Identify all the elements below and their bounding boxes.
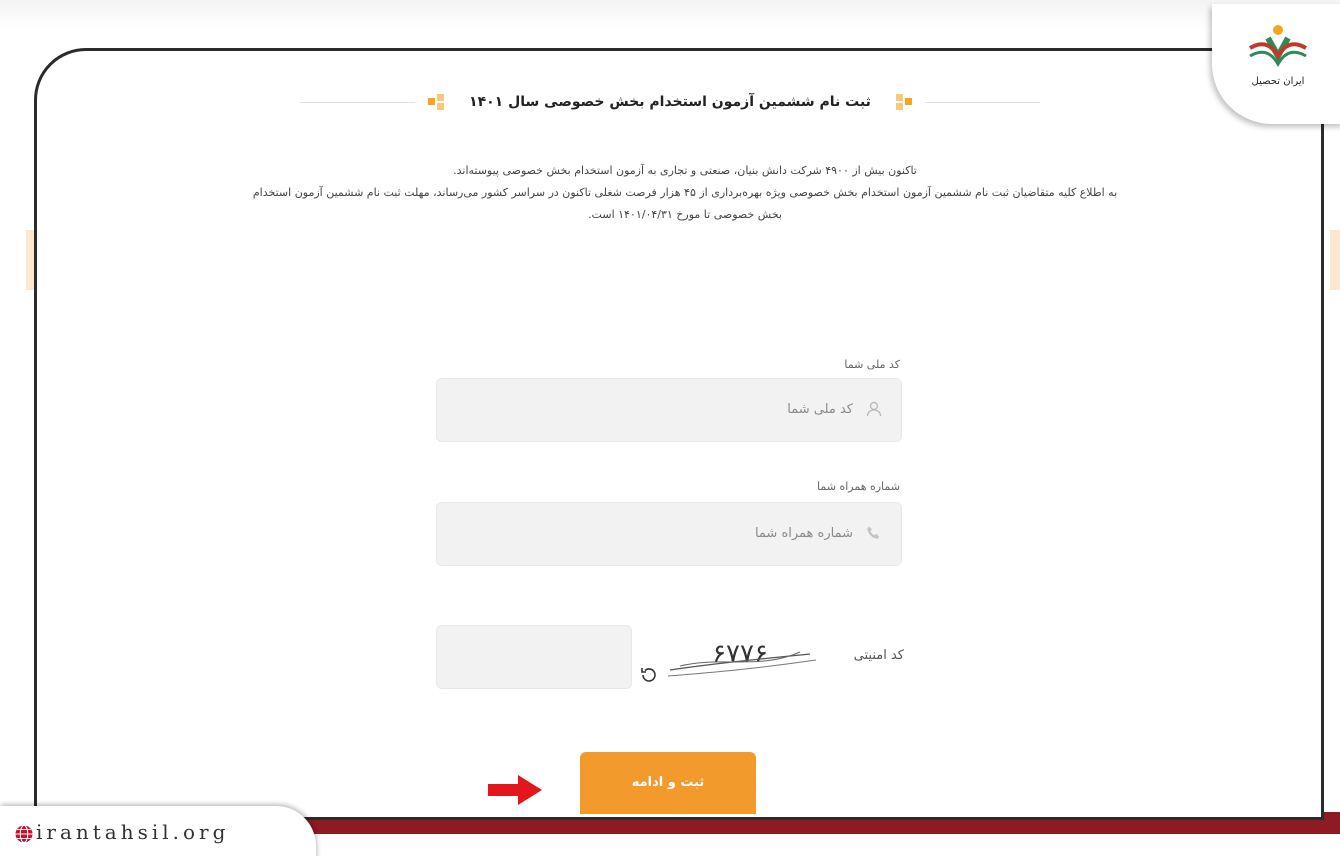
captcha-label: کد امنیتی xyxy=(853,648,904,663)
page-title-row: ثبت نام ششمین آزمون استخدام بخش خصوصی سا… xyxy=(300,88,1040,116)
ornament-icon xyxy=(896,94,914,110)
website-badge: irantahsil.org xyxy=(0,806,316,856)
captcha-image: ۶۷۷۶ xyxy=(640,630,822,690)
submit-button[interactable]: ثبت و ادامه xyxy=(580,752,756,814)
top-strip xyxy=(0,0,1340,30)
captcha-text: ۶۷۷۶ xyxy=(712,639,768,669)
mobile-label: شماره همراه شما xyxy=(817,480,900,493)
national-code-label: کد ملی شما xyxy=(844,358,900,371)
description-line: به اطلاع کلیه متقاضیان ثبت نام ششمین آزم… xyxy=(252,186,1118,199)
page-title: ثبت نام ششمین آزمون استخدام بخش خصوصی سا… xyxy=(469,94,871,110)
side-accent xyxy=(1330,230,1340,290)
logo-text: ایران تحصیل xyxy=(1251,76,1305,87)
title-divider-left xyxy=(300,102,415,103)
description-line: تاکنون بیش از ۴۹۰۰ شرکت دانش بنیان، صنعت… xyxy=(453,164,917,177)
phone-icon xyxy=(867,526,880,539)
arrow-right-icon xyxy=(488,775,542,805)
captcha-input[interactable] xyxy=(436,625,632,689)
mobile-field[interactable]: شماره همراه شما xyxy=(436,502,902,566)
logo-icon xyxy=(1248,25,1308,68)
ornament-icon xyxy=(428,94,446,110)
national-code-field[interactable]: کد ملی شما xyxy=(436,378,902,442)
globe-icon xyxy=(15,824,33,844)
national-code-placeholder: کد ملی شما xyxy=(787,402,853,417)
page: ثبت نام ششمین آزمون استخدام بخش خصوصی سا… xyxy=(0,0,1340,856)
description-line: بخش خصوصی تا مورخ ۱۴۰۱/۰۴/۳۱ است. xyxy=(588,208,782,221)
mobile-placeholder: شماره همراه شما xyxy=(754,526,853,541)
refresh-icon[interactable] xyxy=(640,666,658,684)
user-icon xyxy=(866,401,882,417)
logo-badge: ایران تحصیل xyxy=(1212,4,1340,124)
title-divider-right xyxy=(925,102,1040,103)
description: تاکنون بیش از ۴۹۰۰ شرکت دانش بنیان، صنعت… xyxy=(90,160,1280,226)
website-url[interactable]: irantahsil.org xyxy=(36,820,229,844)
